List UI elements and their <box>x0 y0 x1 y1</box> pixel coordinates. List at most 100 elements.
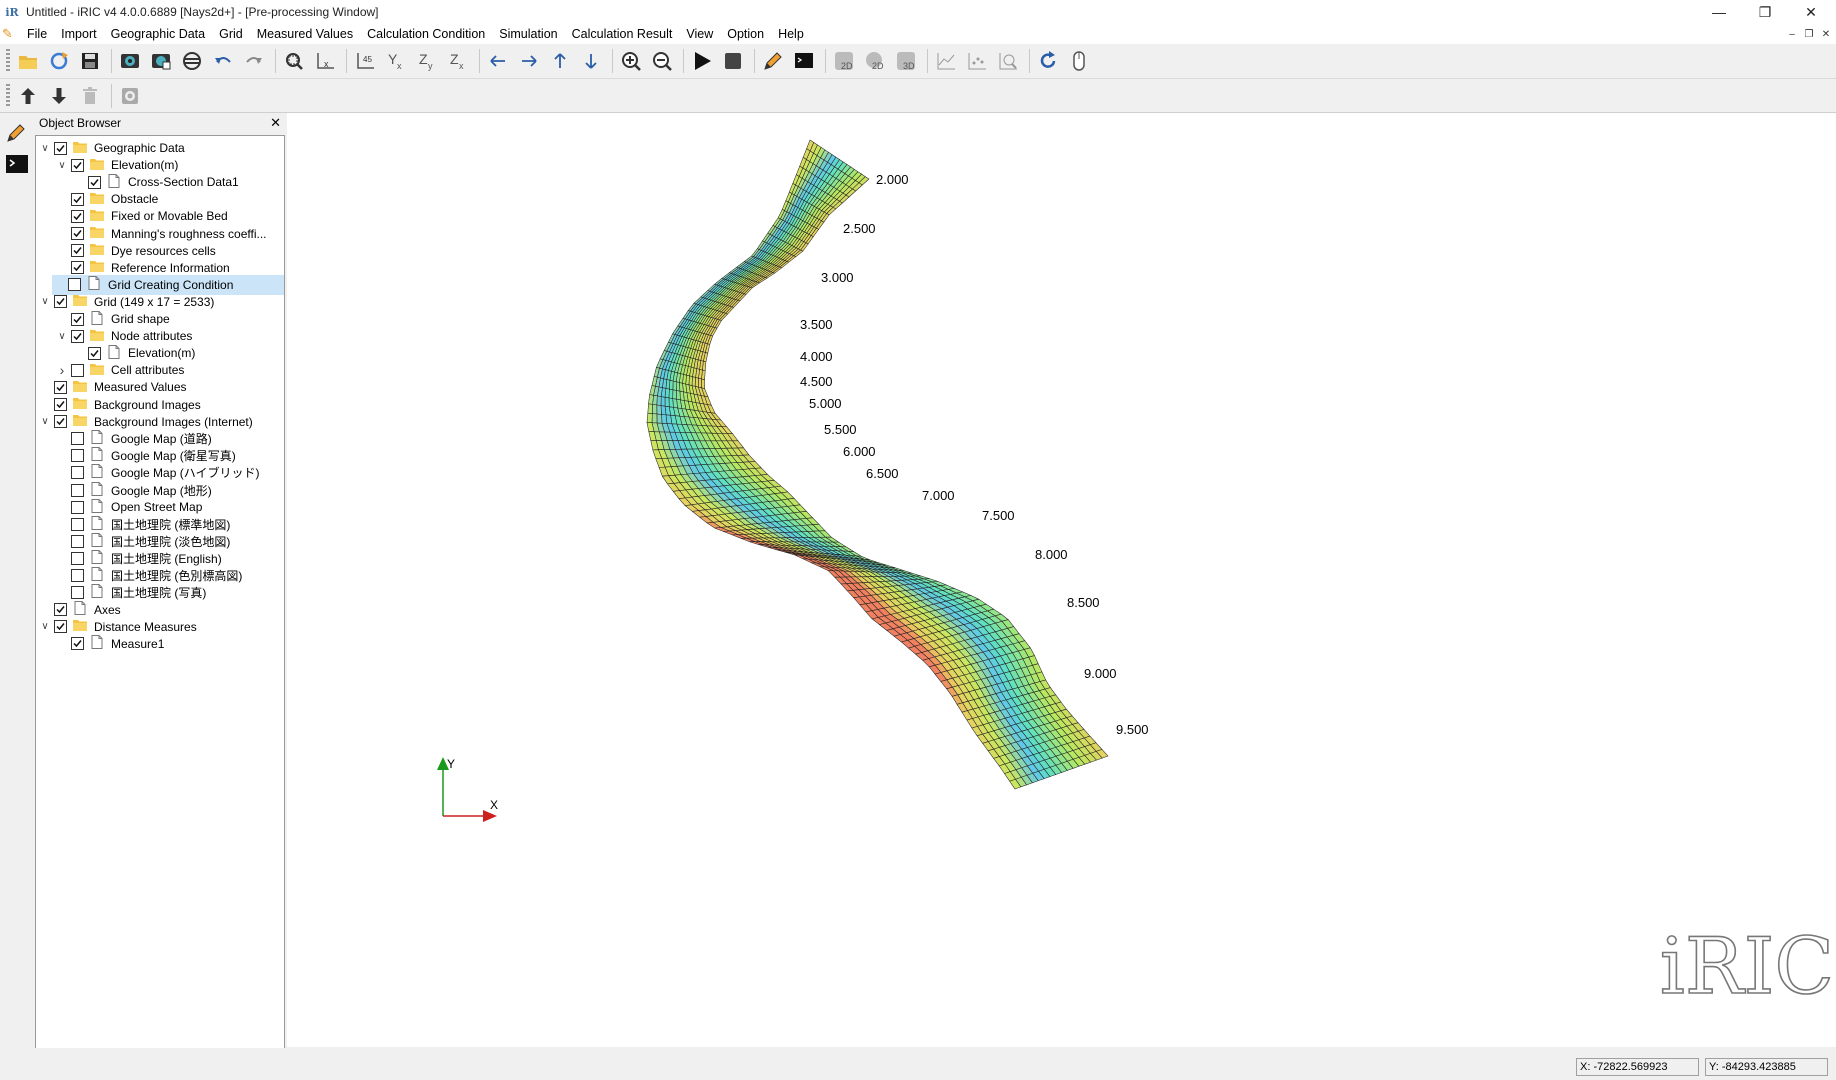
close-window-button[interactable]: ✕ <box>1788 0 1834 24</box>
visibility-checkbox[interactable] <box>54 141 67 155</box>
visibility-checkbox[interactable] <box>71 244 84 258</box>
zoom-out-button[interactable] <box>648 47 676 75</box>
zoom-in-button[interactable] <box>617 47 645 75</box>
visibility-checkbox[interactable] <box>71 637 84 651</box>
visibility-checkbox[interactable] <box>54 603 67 617</box>
visibility-checkbox[interactable] <box>71 192 84 206</box>
visibility-checkbox[interactable] <box>54 295 67 309</box>
menu-geographic-data[interactable]: Geographic Data <box>104 24 213 44</box>
graphics-viewport[interactable]: 2.000 2.500 3.000 3.500 4.000 4.500 5.000 5.500… <box>287 113 1836 1047</box>
minimize-button[interactable]: — <box>1696 0 1742 24</box>
delete-item-button[interactable] <box>76 82 104 110</box>
menu-view[interactable]: View <box>679 24 720 44</box>
visibility-checkbox[interactable] <box>71 432 84 446</box>
visibility-checkbox[interactable] <box>71 209 84 223</box>
grid-cell <box>648 394 654 405</box>
visibility-checkbox[interactable] <box>71 551 84 565</box>
mouse-button[interactable] <box>1065 47 1093 75</box>
move-down-item-button[interactable] <box>45 82 73 110</box>
visibility-checkbox[interactable] <box>68 278 81 292</box>
menu-grid[interactable]: Grid <box>212 24 250 44</box>
2d-alt-button[interactable]: 2D <box>861 47 889 75</box>
scale-x-button[interactable]: x <box>311 47 339 75</box>
move-right-button[interactable] <box>515 47 543 75</box>
yz-plane-button[interactable]: Yx <box>382 47 410 75</box>
visibility-checkbox[interactable] <box>54 380 67 394</box>
console-button[interactable] <box>790 47 818 75</box>
chevron-right-icon[interactable]: › <box>55 362 69 378</box>
visibility-checkbox[interactable] <box>71 449 84 463</box>
menu-calculation-result[interactable]: Calculation Result <box>565 24 680 44</box>
redo-button[interactable] <box>240 47 268 75</box>
zy-plane-button[interactable]: Zy <box>413 47 441 75</box>
menu-simulation[interactable]: Simulation <box>492 24 564 44</box>
menu-import[interactable]: Import <box>54 24 103 44</box>
visibility-checkbox[interactable] <box>54 398 67 411</box>
move-up-item-button[interactable] <box>14 82 42 110</box>
move-down-button[interactable] <box>577 47 605 75</box>
chevron-down-icon[interactable]: ∨ <box>38 620 52 634</box>
menu-calculation-condition[interactable]: Calculation Condition <box>360 24 492 44</box>
chevron-down-icon[interactable]: ∨ <box>55 329 69 343</box>
chevron-down-icon[interactable]: ∨ <box>38 295 52 309</box>
3d-button[interactable]: 3D <box>892 47 920 75</box>
move-left-button[interactable] <box>484 47 512 75</box>
chevron-down-icon[interactable]: ∨ <box>38 141 52 155</box>
zoom-fit-button[interactable] <box>280 47 308 75</box>
distance-label: 9.500 <box>1116 722 1149 737</box>
menu-help[interactable]: Help <box>771 24 811 44</box>
tree-item[interactable]: Measure1 <box>36 634 282 654</box>
move-up-button[interactable] <box>546 47 574 75</box>
undo-button[interactable] <box>209 47 237 75</box>
visibility-checkbox[interactable] <box>71 312 84 326</box>
save-button[interactable] <box>76 47 104 75</box>
restore-button[interactable]: ❐ <box>1742 0 1788 24</box>
visibility-checkbox[interactable] <box>71 158 84 172</box>
close-panel-icon[interactable]: ✕ <box>270 115 281 131</box>
mdi-close-button[interactable]: ✕ <box>1818 26 1834 42</box>
visibility-checkbox[interactable] <box>71 500 84 514</box>
visibility-checkbox[interactable] <box>71 586 84 600</box>
zx-plane-button[interactable]: Zx <box>444 47 472 75</box>
visibility-checkbox[interactable] <box>88 175 101 189</box>
chevron-down-icon[interactable]: ∨ <box>55 158 69 172</box>
snapshot-button[interactable] <box>147 47 175 75</box>
camera-button[interactable] <box>116 47 144 75</box>
console-mode-button[interactable] <box>4 153 30 175</box>
properties-button[interactable] <box>116 82 144 110</box>
visibility-checkbox[interactable] <box>71 466 84 480</box>
visibility-checkbox[interactable] <box>71 261 84 275</box>
reload-button[interactable] <box>45 47 73 75</box>
visibility-checkbox[interactable] <box>71 534 84 548</box>
chevron-down-icon[interactable]: ∨ <box>38 415 52 429</box>
scale-xy-button[interactable]: 45 <box>351 47 379 75</box>
stop-button[interactable] <box>719 47 747 75</box>
open-folder-button[interactable] <box>14 47 42 75</box>
mdi-restore-button[interactable]: ❐ <box>1801 26 1817 42</box>
mdi-minimize-button[interactable]: – <box>1784 26 1800 42</box>
visibility-checkbox[interactable] <box>71 363 84 377</box>
visibility-checkbox[interactable] <box>54 415 67 429</box>
menu-option[interactable]: Option <box>720 24 771 44</box>
visibility-checkbox[interactable] <box>54 620 67 634</box>
visibility-checkbox[interactable] <box>71 483 84 497</box>
edit-mode-button[interactable] <box>4 123 30 145</box>
menu-measured-values[interactable]: Measured Values <box>250 24 360 44</box>
visibility-checkbox[interactable] <box>71 569 84 582</box>
visibility-checkbox[interactable] <box>71 329 84 343</box>
refresh-button[interactable] <box>1034 47 1062 75</box>
visibility-checkbox[interactable] <box>71 227 84 240</box>
scatter-button[interactable] <box>963 47 991 75</box>
no-entry-button[interactable] <box>178 47 206 75</box>
grid-canvas[interactable]: 2.000 2.500 3.000 3.500 4.000 4.500 5.000 5.500… <box>287 113 1836 1047</box>
zoom-box-button[interactable] <box>994 47 1022 75</box>
visibility-checkbox[interactable] <box>71 517 84 531</box>
object-browser-title: Object Browser <box>39 116 122 130</box>
2d-button[interactable]: 2D <box>830 47 858 75</box>
graph-button[interactable] <box>932 47 960 75</box>
check-icon <box>73 315 82 323</box>
visibility-checkbox[interactable] <box>88 346 101 360</box>
run-button[interactable] <box>688 47 716 75</box>
edit-pen-button[interactable] <box>759 47 787 75</box>
menu-file[interactable]: File <box>20 24 54 44</box>
